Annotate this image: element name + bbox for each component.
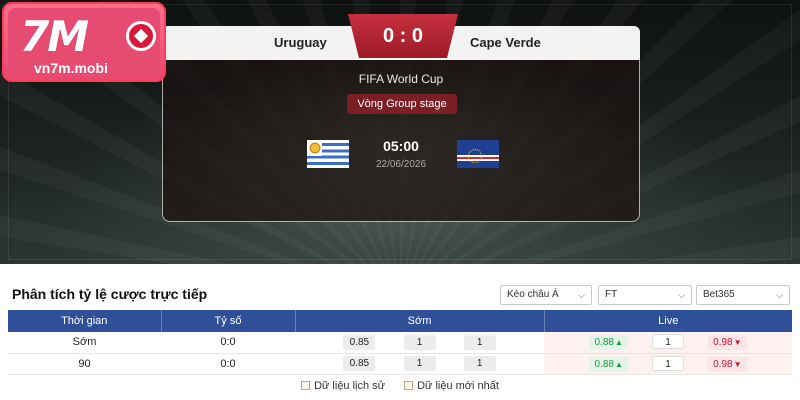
- away-team-name[interactable]: Cape Verde: [470, 35, 541, 50]
- kickoff-time: 05:00: [383, 138, 419, 154]
- legend-latest-swatch: [404, 381, 414, 390]
- live-away-odd[interactable]: 0.98▼: [708, 356, 747, 372]
- live-away-odd[interactable]: 0.98▼: [708, 335, 747, 351]
- table-row: 90 0:0 0.85 1 1 0.88▲ 1 0.98▼: [8, 353, 792, 375]
- odds-analysis-panel: Phân tích tỷ lệ cược trực tiếp Kèo châu …: [8, 280, 792, 400]
- early-line[interactable]: 1: [403, 356, 436, 371]
- row-time: 90: [8, 353, 161, 375]
- stage-badge: Vòng Group stage: [347, 94, 457, 114]
- cape-verde-flag-icon[interactable]: [457, 140, 499, 168]
- chevron-down-icon: ⌵: [578, 290, 585, 300]
- arrow-down-icon: ▼: [733, 359, 742, 369]
- logo-inner: 7M vn7m.mobi: [8, 8, 160, 76]
- early-away-odd[interactable]: 1: [463, 356, 496, 371]
- col-live: Live: [544, 310, 792, 332]
- legend-latest-label: Dữ liệu mới nhất: [417, 380, 499, 392]
- legend-latest: Dữ liệu mới nhất: [404, 380, 499, 392]
- match-info-card: FIFA World Cup Vòng Group stage 05:00 22…: [162, 60, 640, 222]
- live-home-odd-value: 0.88: [594, 337, 614, 349]
- home-team-name[interactable]: Uruguay: [274, 35, 327, 50]
- legend-history: Dữ liệu lịch sử: [301, 380, 385, 392]
- arrow-up-icon: ▲: [614, 359, 623, 369]
- row-score: 0:0: [161, 332, 295, 354]
- live-line[interactable]: 1: [652, 355, 684, 371]
- scoreboard: Uruguay 0 : 0 Cape Verde: [162, 14, 640, 60]
- handicap-type-value: Kèo châu Á: [507, 289, 559, 300]
- legend-history-swatch: [301, 381, 311, 390]
- row-live-odds: 0.88▲ 1 0.98▼: [544, 332, 792, 354]
- odds-table: Thời gian Tỷ số Sớm Live Sớm 0:0 0.85 1 …: [8, 310, 792, 375]
- live-home-odd[interactable]: 0.88▲: [589, 356, 628, 372]
- col-score: Tỷ số: [161, 310, 296, 332]
- early-home-odd[interactable]: 0.85: [343, 356, 376, 371]
- legend-history-label: Dữ liệu lịch sử: [314, 380, 386, 392]
- logo-mark: 7M: [20, 12, 89, 61]
- row-early-odds: 0.85 1 1: [295, 353, 544, 375]
- logo-domain: vn7m.mobi: [34, 60, 108, 76]
- football-icon: [126, 21, 156, 51]
- early-home-odd[interactable]: 0.85: [343, 334, 376, 350]
- live-line[interactable]: 1: [652, 334, 684, 350]
- live-away-odd-value: 0.98: [713, 337, 733, 349]
- row-early-odds: 0.85 1 1: [295, 332, 544, 354]
- site-logo[interactable]: 7M vn7m.mobi: [2, 2, 166, 82]
- bookmaker-select[interactable]: Bet365 ⌵: [696, 285, 790, 305]
- row-score: 0:0: [161, 353, 295, 375]
- odds-section-title: Phân tích tỷ lệ cược trực tiếp: [12, 286, 208, 302]
- bookmaker-value: Bet365: [703, 289, 735, 300]
- arrow-down-icon: ▼: [733, 338, 742, 348]
- early-line[interactable]: 1: [403, 334, 436, 350]
- early-away-odd[interactable]: 1: [463, 334, 496, 350]
- live-away-odd-value: 0.98: [713, 358, 733, 370]
- row-live-odds: 0.88▲ 1 0.98▼: [544, 353, 792, 375]
- data-legend: Dữ liệu lịch sử Dữ liệu mới nhất: [8, 380, 792, 392]
- col-early: Sớm: [295, 310, 545, 332]
- row-time: Sớm: [8, 332, 161, 354]
- chevron-down-icon: ⌵: [776, 290, 783, 300]
- odds-table-header: Thời gian Tỷ số Sớm Live: [8, 310, 792, 332]
- arrow-up-icon: ▲: [614, 338, 623, 348]
- live-home-odd[interactable]: 0.88▲: [589, 335, 628, 351]
- handicap-type-select[interactable]: Kèo châu Á ⌵: [500, 285, 592, 305]
- competition-name[interactable]: FIFA World Cup: [163, 72, 639, 86]
- live-home-odd-value: 0.88: [594, 358, 614, 370]
- match-score: 0 : 0: [348, 14, 458, 58]
- table-row: Sớm 0:0 0.85 1 1 0.88▲ 1 0.98▼: [8, 332, 792, 354]
- chevron-down-icon: ⌵: [678, 290, 685, 300]
- col-time: Thời gian: [8, 310, 162, 332]
- period-select[interactable]: FT ⌵: [598, 285, 692, 305]
- kickoff-date: 22/06/2026: [375, 159, 427, 170]
- period-value: FT: [605, 289, 618, 300]
